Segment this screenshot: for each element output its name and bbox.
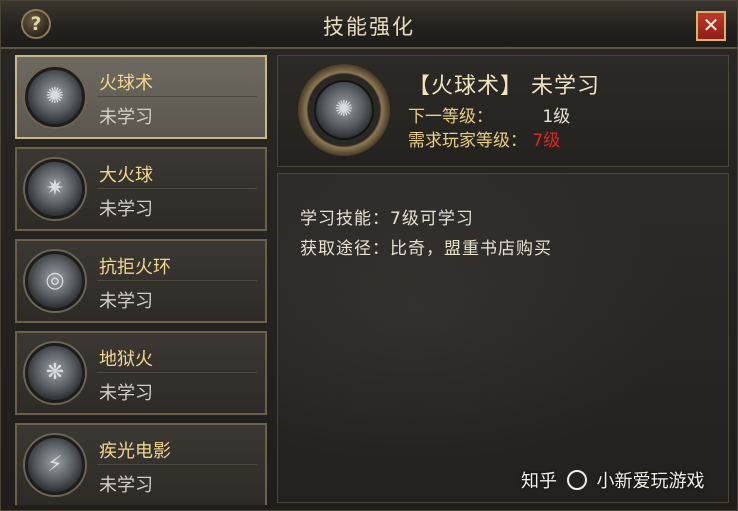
skill-status: 未学习	[99, 199, 153, 220]
skill-enhance-window: ? 技能强化 ✕ ✺ 火球术 未学习 ✷ 大火球 未学习 ◎ 抗拒火环 未学习 …	[0, 0, 738, 511]
window-title: 技能强化	[323, 15, 415, 39]
skill-status: 未学习	[99, 475, 153, 496]
skill-name: 大火球	[99, 165, 153, 186]
repel-fire-ring-icon: ◎	[25, 251, 85, 311]
required-level-row: 需求玩家等级： 7级	[408, 126, 560, 151]
fireball-icon: ✺	[25, 67, 85, 127]
divider	[97, 280, 257, 281]
skill-item-repel-fire-ring[interactable]: ◎ 抗拒火环 未学习	[15, 239, 267, 323]
divider	[97, 96, 257, 97]
skill-name: 火球术	[99, 73, 153, 94]
skill-item-fireball[interactable]: ✺ 火球术 未学习	[15, 55, 267, 139]
big-fireball-icon: ✷	[25, 159, 85, 219]
next-level-label: 下一等级：	[408, 107, 493, 127]
close-button[interactable]: ✕	[696, 11, 726, 41]
skill-item-big-fireball[interactable]: ✷ 大火球 未学习	[15, 147, 267, 231]
skill-status: 未学习	[99, 383, 153, 404]
detail-title: 【火球术】 未学习	[408, 74, 600, 99]
skill-status: 未学习	[99, 107, 153, 128]
lightning-icon: ⚡	[25, 435, 85, 495]
skill-name: 抗拒火环	[99, 257, 171, 278]
watermark-left: 知乎	[521, 471, 557, 492]
selected-skill-frame: ✺	[298, 64, 390, 156]
learn-skill-info: 学习技能：7级可学习	[300, 209, 474, 229]
next-level-value: 1级	[542, 107, 571, 127]
hellfire-icon: ❋	[25, 343, 85, 403]
skill-item-hellfire[interactable]: ❋ 地狱火 未学习	[15, 331, 267, 415]
watermark-icon	[566, 470, 587, 490]
divider	[97, 464, 257, 465]
fireball-icon: ✺	[314, 80, 374, 140]
skill-name: 地狱火	[99, 349, 153, 370]
watermark: 知乎 小新爱玩游戏	[521, 467, 704, 493]
skill-item-lightning[interactable]: ⚡ 疾光电影 未学习	[15, 423, 267, 505]
divider	[97, 372, 257, 373]
skill-list: ✺ 火球术 未学习 ✷ 大火球 未学习 ◎ 抗拒火环 未学习 ❋ 地狱火 未学习…	[11, 55, 273, 505]
obtain-method-info: 获取途径：比奇，盟重书店购买	[300, 239, 552, 259]
skill-status: 未学习	[99, 291, 153, 312]
next-level-row: 下一等级： 1级	[408, 102, 570, 127]
skill-detail-body: 学习技能：7级可学习 获取途径：比奇，盟重书店购买	[277, 173, 729, 503]
skill-detail-header: ✺ 【火球术】 未学习 下一等级： 1级 需求玩家等级： 7级	[277, 55, 729, 167]
watermark-right: 小新爱玩游戏	[596, 471, 705, 492]
divider	[97, 188, 257, 189]
required-level-value: 7级	[532, 131, 561, 151]
title-bar: ? 技能强化 ✕	[1, 1, 737, 49]
skill-name: 疾光电影	[99, 441, 171, 462]
required-level-label: 需求玩家等级：	[408, 131, 527, 151]
